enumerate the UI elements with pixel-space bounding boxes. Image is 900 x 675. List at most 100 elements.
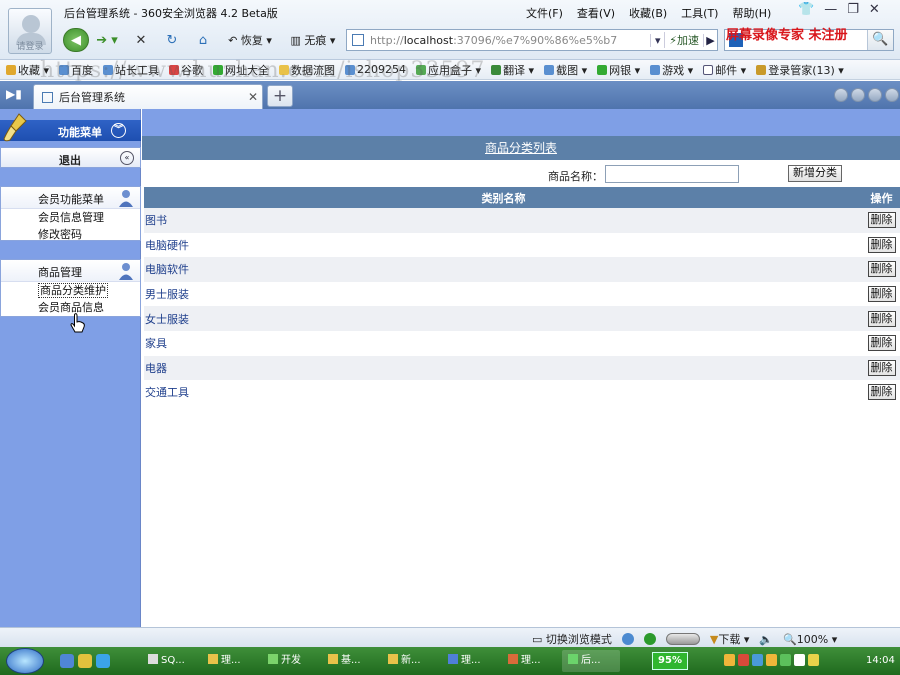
- maximize-button[interactable]: ❐: [847, 2, 859, 17]
- volume-icon[interactable]: 🔈: [759, 633, 773, 646]
- tray-icon[interactable]: [752, 654, 763, 666]
- ie-icon[interactable]: [621, 633, 634, 645]
- task-app[interactable]: 理...: [502, 650, 560, 672]
- task-label: 理...: [521, 655, 541, 666]
- address-bar[interactable]: http://localhost:37096/%e7%90%86%e5%b7 ▾…: [346, 29, 718, 51]
- brush-icon: [3, 113, 27, 142]
- menu-favorites[interactable]: 收藏(B): [629, 5, 667, 21]
- close-window-button[interactable]: ✕: [869, 2, 880, 17]
- tray-icon[interactable]: [738, 654, 749, 666]
- go-button[interactable]: ▶: [703, 33, 717, 47]
- menu-tools[interactable]: 工具(T): [681, 5, 718, 21]
- menu-item-label: 商品分类维护: [38, 283, 108, 298]
- delete-button[interactable]: 删除: [867, 310, 896, 327]
- bookmark-screenshot[interactable]: 截图 ▾: [544, 62, 587, 78]
- member-menu-header[interactable]: 会员功能菜单: [1, 187, 140, 209]
- tray-icon[interactable]: [808, 654, 819, 666]
- incognito-button[interactable]: ▥ 无痕 ▾: [284, 28, 342, 52]
- sidebar-toggle-icon[interactable]: ▶▮: [6, 87, 24, 103]
- tab-admin-system[interactable]: 后台管理系统 ✕: [33, 84, 263, 109]
- menu-item-member-info[interactable]: 会员信息管理: [1, 209, 140, 226]
- delete-button[interactable]: 删除: [867, 384, 896, 401]
- delete-button[interactable]: 删除: [867, 335, 896, 352]
- menu-file[interactable]: 文件(F): [526, 5, 563, 21]
- bookmark-app-box[interactable]: 应用盒子 ▾: [416, 62, 481, 78]
- bookmark-site-directory[interactable]: 网址大全: [213, 62, 269, 78]
- logout-bar[interactable]: 退出 «: [0, 147, 141, 168]
- speed-toggle[interactable]: [665, 633, 700, 645]
- bookmark-favorites[interactable]: 收藏 ▾: [6, 62, 49, 78]
- bookmark-translate[interactable]: 翻译 ▾: [491, 62, 534, 78]
- skin-icon[interactable]: 👕: [798, 2, 814, 17]
- zoom-button[interactable]: 🔍100% ▾: [783, 633, 837, 646]
- table-row: 男士服装 删除: [144, 281, 900, 307]
- task-word[interactable]: 理...: [442, 650, 500, 672]
- restore-button[interactable]: ↶ 恢复 ▾: [222, 28, 278, 52]
- task-sql[interactable]: SQ...: [142, 650, 200, 672]
- goods-menu-title: 商品管理: [38, 266, 82, 279]
- goods-name-input[interactable]: [605, 165, 739, 183]
- download-button[interactable]: ▼下载 ▾: [710, 631, 750, 647]
- menu-help[interactable]: 帮助(H): [732, 5, 771, 21]
- page-title[interactable]: 商品分类列表: [485, 141, 557, 155]
- bookmark-2209254[interactable]: 2209254: [345, 63, 406, 76]
- task-folder-3[interactable]: 新...: [382, 650, 440, 672]
- chevron-left-icon[interactable]: «: [120, 151, 134, 165]
- bookmark-mail[interactable]: 邮件 ▾: [703, 62, 746, 78]
- browser-icon[interactable]: [96, 654, 110, 668]
- start-button[interactable]: [6, 648, 44, 674]
- delete-button[interactable]: 删除: [867, 261, 896, 278]
- task-folder-1[interactable]: 理...: [202, 650, 260, 672]
- search-icon[interactable]: 🔍: [867, 30, 893, 50]
- new-tab-button[interactable]: +: [267, 85, 293, 107]
- delete-button[interactable]: 删除: [867, 212, 896, 229]
- menu-item-category-maintenance[interactable]: 商品分类维护: [1, 282, 140, 299]
- bookmark-google[interactable]: 谷歌: [169, 62, 203, 78]
- delete-button[interactable]: 删除: [867, 286, 896, 303]
- switch-mode-button[interactable]: ▭ 切换浏览模式: [532, 631, 612, 647]
- tray-icon[interactable]: [724, 654, 735, 666]
- refresh-button[interactable]: ↻: [160, 28, 184, 52]
- page-icon: [42, 91, 53, 103]
- quicklaunch-app-icon[interactable]: [78, 654, 92, 668]
- bookmark-dataflow[interactable]: 数据流图: [279, 62, 335, 78]
- bookmark-login-manager[interactable]: 登录管家(13) ▾: [756, 62, 844, 78]
- tools-icon: [103, 64, 114, 75]
- task-folder-2[interactable]: 基...: [322, 650, 380, 672]
- minimize-button[interactable]: —: [824, 2, 837, 17]
- close-tab-icon[interactable]: ✕: [244, 90, 262, 104]
- menu-item-change-password[interactable]: 修改密码: [1, 226, 140, 243]
- goods-name-label: 商品名称：: [548, 170, 603, 183]
- delete-button[interactable]: 删除: [867, 236, 896, 253]
- delete-button[interactable]: 删除: [867, 359, 896, 376]
- bookmark-webmaster-tools[interactable]: 站长工具: [103, 62, 159, 78]
- forward-button[interactable]: ➔ ▾: [88, 28, 126, 52]
- tray-icon[interactable]: [780, 654, 791, 666]
- bookmark-baidu[interactable]: 百度: [59, 62, 93, 78]
- collapse-chevron-icon[interactable]: ︾: [111, 123, 126, 138]
- bookmark-label: 2209254: [357, 63, 407, 76]
- address-dropdown-icon[interactable]: ▾: [650, 33, 664, 47]
- task-browser[interactable]: 后...: [562, 650, 620, 672]
- desktop-icon[interactable]: [60, 654, 74, 668]
- goods-menu-header[interactable]: 商品管理: [1, 260, 140, 282]
- user-avatar[interactable]: 请登录: [8, 8, 52, 54]
- tab-list-icon[interactable]: [868, 88, 882, 102]
- home-button[interactable]: ⌂: [191, 28, 215, 52]
- address-url[interactable]: http://localhost:37096/%e7%90%86%e5%b7: [370, 34, 650, 47]
- tray-icon[interactable]: [794, 654, 805, 666]
- tab-next-icon[interactable]: [851, 88, 865, 102]
- task-develop[interactable]: 开发: [262, 650, 320, 672]
- tray-icon[interactable]: [766, 654, 777, 666]
- stop-button[interactable]: ✕: [129, 28, 153, 52]
- add-category-button[interactable]: 新增分类: [788, 165, 842, 182]
- taskbar-clock[interactable]: 14:04: [866, 655, 895, 666]
- menu-view[interactable]: 查看(V): [577, 5, 615, 21]
- tab-menu-icon[interactable]: [885, 88, 899, 102]
- security-icon[interactable]: [643, 633, 656, 645]
- bookmark-netbank[interactable]: 网银 ▾: [597, 62, 640, 78]
- tab-prev-icon[interactable]: [834, 88, 848, 102]
- speedup-button[interactable]: ⚡加速: [664, 32, 703, 48]
- back-button[interactable]: ◀: [63, 28, 89, 52]
- bookmark-games[interactable]: 游戏 ▾: [650, 62, 693, 78]
